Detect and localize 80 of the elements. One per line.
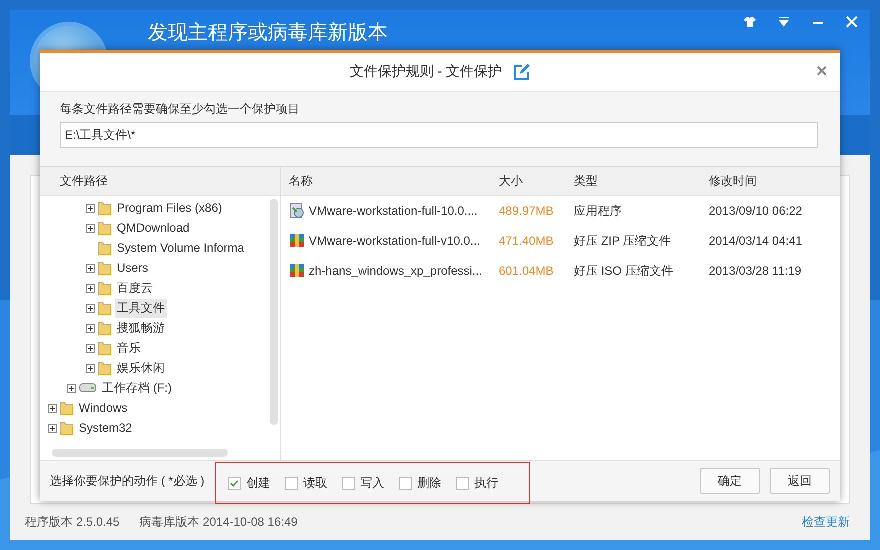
edit-icon[interactable] — [514, 64, 530, 80]
tree-item[interactable]: System Volume Informa — [115, 240, 246, 256]
checkbox-label[interactable]: 创建 — [246, 474, 271, 492]
checkbox[interactable] — [398, 476, 412, 490]
column-header: 文件路径 — [60, 172, 108, 190]
expand-icon[interactable] — [86, 264, 95, 272]
file-size: 601.04MB — [499, 264, 555, 278]
file-type: 好压 ZIP 压缩文件 — [574, 232, 672, 250]
database-version-text: 病毒库版本 2014-10-08 16:49 — [140, 514, 298, 530]
folder-icon — [98, 240, 112, 256]
file-date: 2013/09/10 06:22 — [709, 204, 804, 218]
tree-item[interactable]: QMDownload — [115, 220, 192, 236]
expand-icon[interactable] — [86, 284, 95, 292]
column-header[interactable]: 修改时间 — [709, 172, 840, 190]
expand-icon[interactable] — [86, 344, 95, 352]
tree-item[interactable]: 工具文件 — [115, 298, 167, 318]
tree-item[interactable]: 音乐 — [115, 338, 143, 358]
column-header[interactable]: 类型 — [574, 172, 709, 190]
dialog-button[interactable]: 确定 — [700, 468, 760, 494]
expand-icon[interactable] — [86, 304, 95, 312]
folder-icon — [98, 200, 112, 216]
actions-label: 选择你要保护的动作 ( *必选 ) — [50, 472, 205, 490]
folder-icon — [98, 220, 112, 236]
scrollbar[interactable] — [52, 449, 228, 457]
file-name: VMware-workstation-full-v10.0... — [309, 234, 480, 248]
tree-item[interactable]: Program Files (x86) — [115, 200, 224, 216]
file-date: 2013/03/28 11:19 — [709, 264, 803, 278]
file-date: 2014/03/14 04:41 — [709, 234, 804, 248]
dialog-title: 文件保护规则 - 文件保护 — [350, 63, 502, 81]
expand-icon[interactable] — [86, 204, 95, 212]
checkbox-label[interactable]: 读取 — [304, 474, 328, 492]
expand-icon[interactable] — [86, 224, 95, 232]
drive-icon — [79, 383, 97, 393]
expand-icon[interactable] — [86, 364, 95, 372]
path-field[interactable]: E:\工具文件\* — [60, 122, 818, 148]
close-icon[interactable] — [816, 65, 828, 77]
checkbox[interactable] — [456, 476, 469, 490]
folder-icon — [98, 320, 112, 336]
archive-icon — [289, 263, 305, 279]
file-size: 489.97MB — [499, 204, 555, 218]
checkbox[interactable] — [228, 476, 241, 490]
expand-icon[interactable] — [48, 424, 57, 432]
tree-item[interactable]: 搜狐畅游 — [115, 318, 167, 338]
folder-icon — [98, 260, 112, 276]
dialog-button[interactable]: 返回 — [770, 468, 830, 494]
checkbox[interactable] — [342, 476, 355, 490]
checkbox-label[interactable]: 执行 — [474, 474, 499, 492]
folder-icon — [98, 340, 112, 356]
column-header[interactable]: 大小 — [499, 172, 574, 190]
folder-icon — [98, 280, 112, 296]
column-header[interactable]: 名称 — [289, 172, 499, 190]
shirt-icon[interactable] — [744, 16, 756, 28]
file-size: 471.40MB — [499, 234, 555, 248]
app-title: 发现主程序或病毒库新版本 — [148, 22, 388, 44]
tree-item[interactable]: 娱乐休闲 — [115, 358, 167, 378]
folder-icon — [60, 420, 74, 436]
tree-item[interactable]: 工作存档 (F:) — [100, 378, 174, 398]
folder-icon — [60, 400, 74, 416]
file-name: zh-hans_windows_xp_professi... — [309, 264, 482, 278]
folder-icon — [98, 300, 112, 316]
tree-item[interactable]: Windows — [77, 400, 130, 416]
file-type: 应用程序 — [574, 202, 623, 220]
file-name: VMware-workstation-full-10.0.... — [309, 204, 478, 218]
file-type: 好压 ISO 压缩文件 — [574, 262, 674, 280]
installer-icon — [289, 203, 305, 219]
expand-icon[interactable] — [48, 404, 57, 412]
archive-icon — [289, 233, 305, 249]
checkbox-label[interactable]: 写入 — [360, 474, 385, 492]
checkbox-label[interactable]: 删除 — [418, 474, 442, 492]
tree-item[interactable]: System32 — [77, 420, 134, 436]
dropdown-icon[interactable] — [778, 16, 790, 28]
hint-text: 每条文件路径需要确保至少勾选一个保护项目 — [60, 101, 301, 118]
scrollbar[interactable] — [270, 199, 278, 425]
checkbox[interactable] — [284, 476, 298, 490]
expand-icon[interactable] — [86, 324, 95, 332]
tree-item[interactable]: 百度云 — [115, 278, 155, 298]
folder-icon — [98, 360, 112, 376]
tree-item[interactable]: Users — [115, 260, 150, 276]
expand-icon[interactable] — [67, 384, 76, 392]
version-text: 程序版本 2.5.0.45 — [25, 514, 120, 530]
